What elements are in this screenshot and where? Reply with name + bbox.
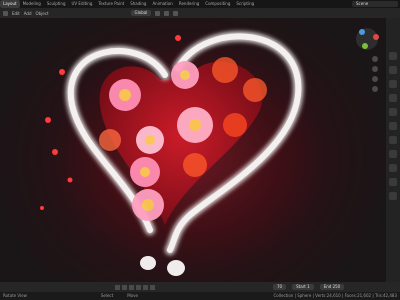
pivot-icon[interactable]	[155, 10, 161, 16]
properties-tabs	[386, 18, 400, 284]
status-bar: Rotate View Select Move Collection | Sph…	[0, 292, 400, 300]
drip-left	[140, 256, 156, 270]
start-value: 1	[307, 284, 310, 289]
next-key-icon[interactable]	[143, 284, 148, 290]
tab-scripting[interactable]: Scripting	[233, 0, 257, 8]
tab-texture-paint[interactable]: Texture Paint	[95, 0, 127, 8]
tab-sculpting[interactable]: Sculpting	[44, 0, 69, 8]
x-axis-icon	[373, 34, 379, 40]
tool-tab-icon[interactable]	[389, 52, 397, 60]
navigation-gizmo[interactable]	[354, 24, 380, 54]
proportional-edit-icon[interactable]	[173, 10, 179, 16]
play-reverse-icon[interactable]	[129, 284, 134, 290]
y-axis-icon	[362, 43, 368, 49]
tab-animation[interactable]: Animation	[149, 0, 175, 8]
tab-layout[interactable]: Layout	[0, 0, 20, 8]
edit-menu[interactable]: Edit	[12, 11, 20, 16]
view-navigation	[372, 56, 378, 92]
tab-compositing[interactable]: Compositing	[202, 0, 233, 8]
end-label: End	[323, 284, 332, 289]
pan-icon[interactable]	[372, 66, 378, 72]
scene-selector[interactable]: Scene	[352, 1, 398, 7]
end-frame-field[interactable]: End 250	[319, 284, 345, 290]
workspace-tabs: Layout Modeling Sculpting UV Editing Tex…	[0, 0, 400, 8]
tab-uv-editing[interactable]: UV Editing	[69, 0, 96, 8]
scene-tab-icon[interactable]	[389, 108, 397, 116]
camera-view-icon[interactable]	[372, 76, 378, 82]
3d-viewport[interactable]	[0, 18, 386, 284]
render-tab-icon[interactable]	[389, 66, 397, 74]
zoom-icon[interactable]	[372, 56, 378, 62]
transform-orientation-dropdown[interactable]: Global	[130, 10, 152, 16]
jump-end-icon[interactable]	[150, 284, 155, 290]
current-frame-field[interactable]: 70	[273, 284, 287, 290]
world-tab-icon[interactable]	[389, 122, 397, 130]
scene-statistics: Collection | Sphere | Verts:24,610 | Fac…	[273, 293, 397, 298]
view-layer-tab-icon[interactable]	[389, 94, 397, 102]
modifier-tab-icon[interactable]	[389, 150, 397, 158]
material-tab-icon[interactable]	[389, 192, 397, 200]
move-hint: Move	[127, 293, 138, 298]
start-label: Start	[296, 284, 306, 289]
play-icon[interactable]	[136, 284, 141, 290]
end-value: 250	[332, 284, 341, 289]
particles-tab-icon[interactable]	[389, 164, 397, 172]
viewport-header: Edit Add Object Global	[0, 8, 400, 18]
prev-key-icon[interactable]	[122, 284, 127, 290]
timeline-controls: 70 Start 1 End 250	[0, 282, 400, 292]
snap-icon[interactable]	[164, 10, 170, 16]
add-menu[interactable]: Add	[24, 11, 32, 16]
select-hint: Select	[100, 293, 114, 298]
jump-start-icon[interactable]	[115, 284, 120, 290]
rotate-view-hint: Rotate View	[3, 293, 27, 298]
physics-tab-icon[interactable]	[389, 178, 397, 186]
perspective-toggle-icon[interactable]	[372, 86, 378, 92]
editor-type-icon[interactable]	[3, 10, 8, 16]
output-tab-icon[interactable]	[389, 80, 397, 88]
z-axis-icon	[359, 29, 365, 35]
tab-rendering[interactable]: Rendering	[176, 0, 202, 8]
start-frame-field[interactable]: Start 1	[292, 284, 314, 290]
object-menu[interactable]: Object	[36, 11, 49, 16]
object-tab-icon[interactable]	[389, 136, 397, 144]
heart-render	[40, 31, 304, 276]
drip-right	[167, 260, 185, 276]
tab-modeling[interactable]: Modeling	[20, 0, 44, 8]
tab-shading[interactable]: Shading	[127, 0, 149, 8]
playback-controls	[115, 284, 155, 290]
